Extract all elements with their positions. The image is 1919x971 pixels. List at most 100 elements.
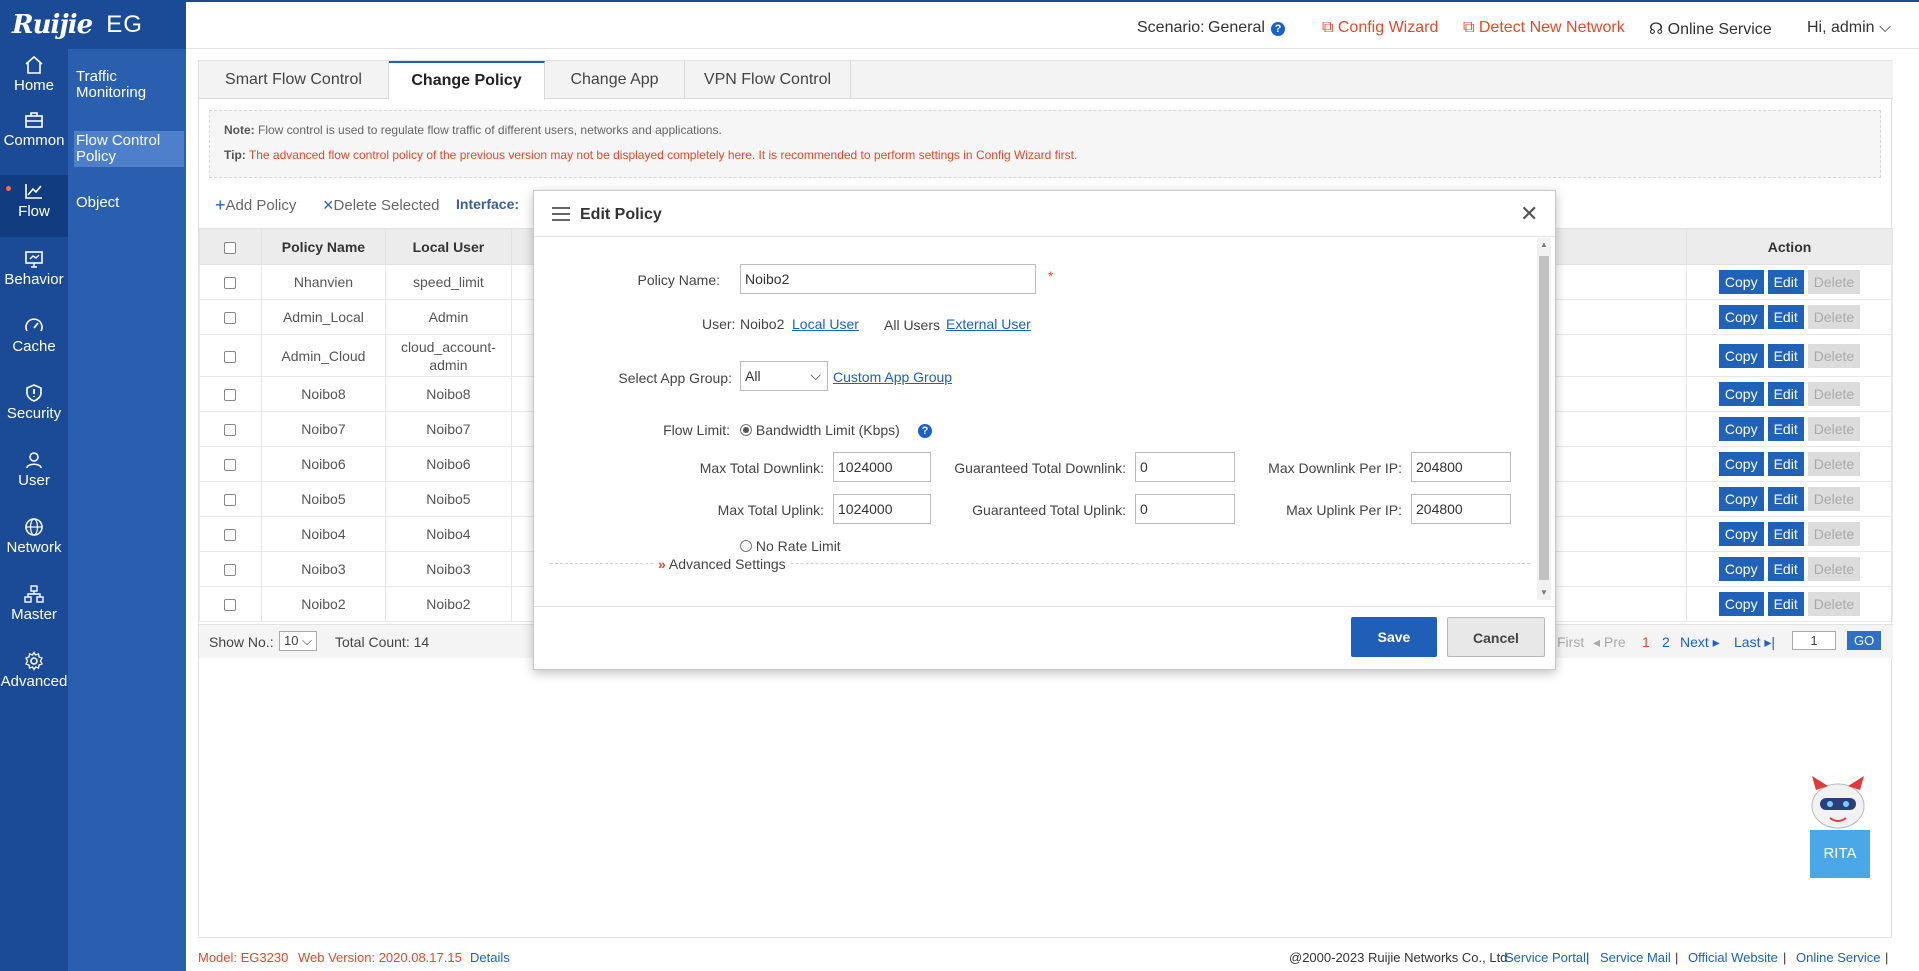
edit-button[interactable]: Edit [1767, 557, 1804, 581]
row-checkbox[interactable] [199, 299, 262, 335]
all-users-option[interactable]: All Users [884, 317, 940, 333]
copy-button[interactable]: Copy [1718, 343, 1764, 368]
row-checkbox[interactable] [199, 586, 262, 622]
edit-button[interactable]: Edit [1767, 343, 1804, 368]
delete-selected-button[interactable]: ×Delete Selected [323, 195, 439, 216]
dialog-scrollbar[interactable]: ▲ ▼ [1537, 238, 1551, 600]
edit-button[interactable]: Edit [1767, 452, 1804, 476]
edit-button[interactable]: Edit [1767, 305, 1804, 329]
row-checkbox[interactable] [199, 516, 262, 552]
no-rate-limit-radio[interactable]: No Rate Limit [740, 538, 841, 554]
row-checkbox[interactable] [199, 446, 262, 482]
copy-button[interactable]: Copy [1718, 487, 1764, 511]
edit-button[interactable]: Edit [1767, 487, 1804, 511]
page-2-link[interactable]: 2 [1662, 634, 1670, 650]
rail-item-behavior[interactable]: Behavior [0, 243, 68, 310]
copy-button[interactable]: Copy [1718, 382, 1764, 406]
tab-change-policy[interactable]: Change Policy [389, 61, 545, 100]
subnav-item-traffic-monitoring[interactable]: Traffic Monitoring [74, 67, 184, 103]
copy-button[interactable]: Copy [1718, 305, 1764, 329]
official-website-link[interactable]: Official Website [1688, 950, 1778, 965]
app-group-select[interactable]: All ⌵ [740, 361, 828, 391]
subnav-item-object[interactable]: Object [74, 193, 184, 213]
edit-button[interactable]: Edit [1767, 270, 1804, 294]
rail-item-flow[interactable]: Flow [0, 175, 68, 237]
tab-vpn-flow-control[interactable]: VPN Flow Control [685, 61, 851, 99]
row-checkbox[interactable] [199, 376, 262, 412]
edit-button[interactable]: Edit [1767, 417, 1804, 441]
custom-app-group-link[interactable]: Custom App Group [833, 369, 952, 385]
subnav-item-flow-control-policy[interactable]: Flow Control Policy [74, 131, 184, 167]
delete-button[interactable]: Delete [1807, 522, 1861, 546]
bandwidth-help-icon[interactable]: ? [918, 422, 932, 438]
rail-item-security[interactable]: Security [0, 377, 68, 444]
delete-button[interactable]: Delete [1807, 417, 1861, 441]
delete-button[interactable]: Delete [1807, 305, 1861, 329]
copy-button[interactable]: Copy [1718, 592, 1764, 616]
delete-button[interactable]: Delete [1807, 452, 1861, 476]
external-user-link[interactable]: External User [946, 316, 1031, 332]
max-total-uplink-input[interactable]: 1024000 [833, 494, 931, 524]
page-1-link[interactable]: 1 [1642, 634, 1650, 650]
service-mail-link[interactable]: Service Mail [1600, 950, 1671, 965]
rail-item-master[interactable]: Master [0, 578, 68, 645]
tab-smart-flow-control[interactable]: Smart Flow Control [199, 61, 389, 99]
row-checkbox[interactable] [199, 551, 262, 587]
next-page-link[interactable]: Next ▸ [1680, 634, 1720, 651]
copy-button[interactable]: Copy [1718, 452, 1764, 476]
col-local-user[interactable]: Local User [384, 228, 512, 265]
guaranteed-total-downlink-input[interactable]: 0 [1135, 452, 1235, 482]
delete-button[interactable]: Delete [1807, 592, 1861, 616]
scroll-up-icon[interactable]: ▲ [1540, 240, 1548, 249]
edit-button[interactable]: Edit [1767, 522, 1804, 546]
delete-button[interactable]: Delete [1807, 270, 1861, 294]
copy-button[interactable]: Copy [1718, 557, 1764, 581]
service-portal-link[interactable]: Service Portal [1505, 950, 1586, 965]
col-policy-name[interactable]: Policy Name [260, 228, 386, 265]
copy-button[interactable]: Copy [1718, 522, 1764, 546]
delete-button[interactable]: Delete [1807, 487, 1861, 511]
delete-button[interactable]: Delete [1807, 343, 1861, 368]
max-downlink-per-ip-input[interactable]: 204800 [1411, 452, 1511, 482]
user-menu[interactable]: Hi, admin ⌵ [1807, 19, 1891, 37]
advanced-settings-toggle[interactable]: » Advanced Settings [654, 556, 790, 572]
cancel-button[interactable]: Cancel [1447, 617, 1545, 657]
edit-button[interactable]: Edit [1767, 382, 1804, 406]
rita-assistant[interactable]: RITA [1806, 774, 1870, 882]
details-link[interactable]: Details [470, 950, 510, 965]
first-page-link[interactable]: First [1557, 634, 1584, 650]
delete-button[interactable]: Delete [1807, 557, 1861, 581]
close-icon[interactable]: ✕ [1520, 201, 1538, 227]
online-service-link[interactable]: ☊ Online Service [1649, 19, 1772, 39]
bandwidth-limit-radio[interactable]: Bandwidth Limit (Kbps) [740, 422, 900, 438]
guaranteed-total-uplink-input[interactable]: 0 [1135, 494, 1235, 524]
row-checkbox[interactable] [199, 411, 262, 447]
scroll-down-icon[interactable]: ▼ [1540, 588, 1548, 597]
row-checkbox[interactable] [199, 264, 262, 300]
row-checkbox[interactable] [199, 481, 262, 517]
config-wizard-link[interactable]: ⧉ Config Wizard [1322, 19, 1438, 37]
rail-item-cache[interactable]: Cache [0, 310, 68, 377]
delete-button[interactable]: Delete [1807, 382, 1861, 406]
detect-network-link[interactable]: ⧉ Detect New Network [1463, 19, 1625, 37]
scenario-value[interactable]: General [1208, 19, 1265, 37]
rail-item-network[interactable]: Network [0, 511, 68, 578]
go-button[interactable]: GO [1847, 631, 1882, 650]
edit-button[interactable]: Edit [1767, 592, 1804, 616]
online-service-footer-link[interactable]: Online Service [1796, 950, 1881, 965]
copy-button[interactable]: Copy [1718, 417, 1764, 441]
select-all-checkbox[interactable] [199, 228, 262, 265]
prev-page-link[interactable]: ◂ Pre [1593, 634, 1626, 651]
rail-item-user[interactable]: User [0, 444, 68, 511]
show-no-select[interactable]: 10 ⌵ [279, 631, 317, 651]
goto-page-input[interactable]: 1 [1792, 631, 1836, 650]
rail-item-common[interactable]: Common [0, 104, 68, 171]
help-icon[interactable]: ? [1271, 20, 1285, 38]
max-total-downlink-input[interactable]: 1024000 [833, 452, 931, 482]
row-checkbox[interactable] [199, 334, 262, 377]
copy-button[interactable]: Copy [1718, 270, 1764, 294]
save-button[interactable]: Save [1351, 617, 1437, 657]
rail-item-advanced[interactable]: Advanced [0, 645, 68, 712]
add-policy-button[interactable]: +Add Policy [215, 195, 296, 216]
max-uplink-per-ip-input[interactable]: 204800 [1411, 494, 1511, 524]
